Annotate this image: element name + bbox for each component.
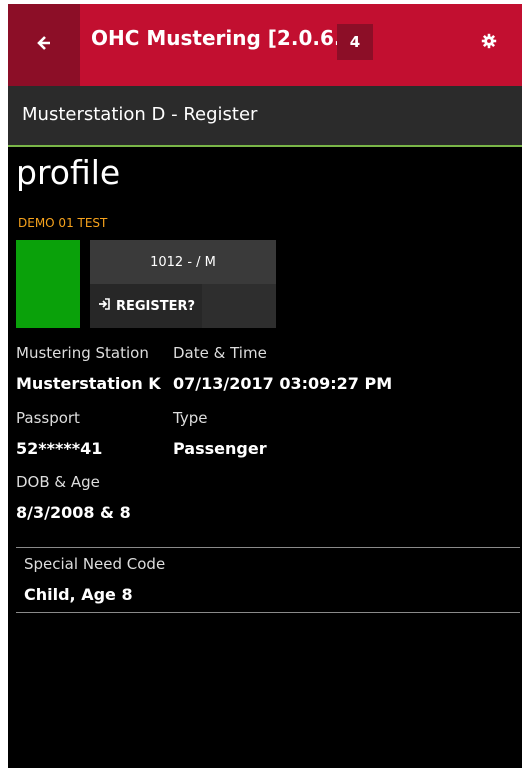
page-header: Musterstation D - Register [8,86,522,147]
date-time-label: Date & Time [173,344,267,362]
profile-card: 1012 - / M REGISTER? [90,240,276,328]
avatar [16,240,80,328]
type-value: Passenger [173,439,267,458]
arrow-left-icon [36,35,52,55]
divider-bottom [16,612,520,613]
person-name: DEMO 01 TEST [18,216,108,230]
mustering-station-label: Mustering Station [16,344,149,362]
register-label: REGISTER? [116,298,196,314]
type-label: Type [173,409,208,427]
passport-value: 52*****41 [16,439,103,458]
special-need-value: Child, Age 8 [24,585,133,604]
person-id-line: 1012 - / M [90,240,276,284]
dob-age-label: DOB & Age [16,473,100,491]
divider-top [16,547,520,548]
section-title: profile [16,153,121,192]
gear-icon [481,33,497,53]
special-need-label: Special Need Code [24,555,166,573]
date-time-value: 07/13/2017 03:09:27 PM [173,374,393,393]
title-bar: OHC Mustering [2.0.6.0] 4 [8,4,522,86]
back-button[interactable] [8,4,80,86]
register-button[interactable]: REGISTER? [90,284,202,328]
app-window: OHC Mustering [2.0.6.0] 4 Musterstation … [8,4,522,768]
notification-count-badge[interactable]: 4 [337,24,373,60]
page-title: Musterstation D - Register [22,104,258,125]
sign-in-icon [98,298,110,314]
passport-label: Passport [16,409,80,427]
dob-age-value: 8/3/2008 & 8 [16,503,131,522]
settings-button[interactable] [478,32,500,54]
app-title: OHC Mustering [2.0.6.0] [91,26,365,50]
mustering-station-value: Musterstation K [16,374,161,393]
